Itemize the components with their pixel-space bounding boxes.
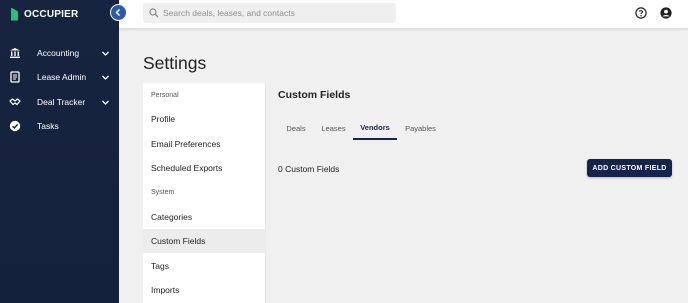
tab-leases[interactable]: Leases — [315, 117, 352, 140]
sidebar-item-label: Lease Admin — [37, 72, 87, 82]
search-input[interactable] — [163, 3, 391, 23]
chevron-down-icon[interactable] — [101, 73, 110, 82]
tab-vendors[interactable]: Vendors — [353, 117, 397, 140]
custom-field-count: 0 Custom Fields — [278, 164, 340, 174]
bank-icon — [9, 47, 21, 59]
check-circle-icon — [9, 120, 21, 132]
logo-text: OCCUPIER — [24, 8, 79, 20]
settings-menu-item-custom-fields[interactable]: Custom Fields — [143, 229, 266, 253]
sidebar-item-deal-tracker[interactable]: Deal Tracker — [0, 91, 119, 113]
help-icon[interactable] — [635, 7, 647, 19]
settings-menu-item-scheduled-exports[interactable]: Scheduled Exports — [143, 156, 266, 180]
search-icon — [149, 8, 159, 18]
page-title: Settings — [143, 53, 207, 73]
chevron-down-icon[interactable] — [101, 98, 110, 107]
logo-mark-icon — [11, 7, 18, 21]
tab-deals[interactable]: Deals — [278, 117, 314, 140]
add-custom-field-button[interactable]: ADD CUSTOM FIELD — [587, 159, 672, 177]
handshake-icon — [9, 96, 21, 108]
sidebar-item-label: Tasks — [37, 121, 59, 131]
chevron-down-icon[interactable] — [101, 49, 110, 58]
document-icon — [9, 71, 21, 83]
app-logo[interactable]: OCCUPIER — [11, 7, 78, 21]
settings-menu: Personal Profile Email Preferences Sched… — [143, 83, 266, 303]
settings-menu-item-tags[interactable]: Tags — [143, 254, 266, 278]
settings-menu-item-categories[interactable]: Categories — [143, 205, 266, 229]
menu-section-header: Personal — [151, 92, 179, 99]
tab-payables[interactable]: Payables — [399, 117, 442, 140]
sidebar-item-tasks[interactable]: Tasks — [0, 115, 119, 137]
account-icon[interactable] — [660, 7, 672, 19]
sidebar-item-accounting[interactable]: Accounting — [0, 42, 119, 64]
settings-menu-item-imports[interactable]: Imports — [143, 278, 266, 302]
sidebar-collapse-button[interactable] — [111, 5, 126, 20]
settings-menu-item-profile[interactable]: Profile — [143, 107, 266, 131]
sidebar-item-label: Accounting — [37, 48, 80, 58]
sidebar-item-label: Deal Tracker — [37, 97, 86, 107]
top-bar — [119, 0, 688, 29]
sidebar: OCCUPIER Accounting Lease Admin Deal Tra… — [0, 0, 119, 303]
chevron-left-icon — [115, 8, 121, 17]
global-search[interactable] — [143, 3, 396, 23]
settings-menu-item-email-preferences[interactable]: Email Preferences — [143, 132, 266, 156]
sidebar-item-lease-admin[interactable]: Lease Admin — [0, 66, 119, 88]
custom-field-tabs: Deals Leases Vendors Payables — [278, 117, 688, 140]
content-title: Custom Fields — [278, 89, 351, 101]
menu-section-header: System — [151, 189, 175, 196]
